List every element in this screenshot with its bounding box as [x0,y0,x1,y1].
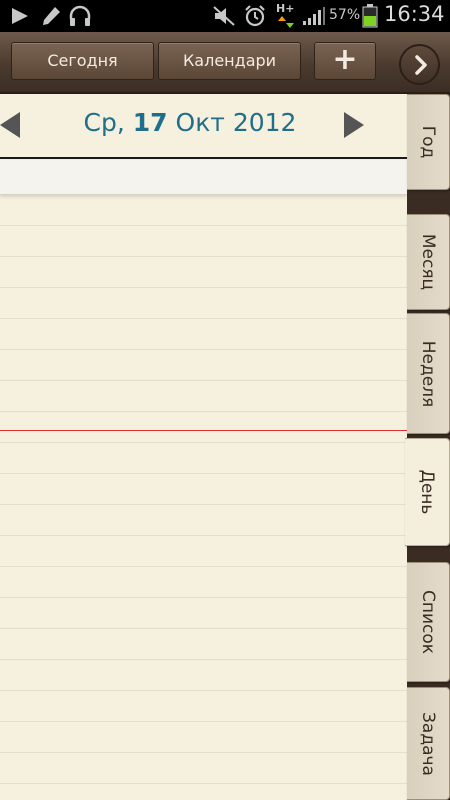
add-event-button[interactable]: + [314,42,376,80]
next-page-button[interactable] [399,44,440,85]
tab-year-label: Год [418,125,438,159]
tab-day[interactable]: День [405,438,450,546]
tab-day-label: День [417,469,437,515]
date-weekday: Ср, [83,108,125,137]
previous-day-arrow-icon[interactable] [0,110,22,140]
day-view: Ср, 17 Окт 2012 [0,94,407,800]
header-divider [0,157,407,159]
chevron-right-icon [415,55,427,75]
tab-list[interactable]: Список [407,562,450,682]
alarm-icon [245,5,265,27]
headset-icon [69,5,91,26]
network-label: H+ [276,2,295,15]
view-tabs: Год Месяц Неделя День Список Задача [405,94,450,800]
battery-percent: 57% [329,7,361,23]
tab-tasks[interactable]: Задача [407,687,450,800]
tab-week[interactable]: Неделя [407,313,450,434]
toolbar: Сегодня Календари + [0,32,450,94]
hour-grid[interactable] [0,195,407,800]
today-button[interactable]: Сегодня [11,42,154,80]
date-header: Ср, 17 Окт 2012 [0,94,407,156]
tab-list-label: Список [418,589,438,655]
tab-tasks-label: Задача [418,711,438,776]
network-h-plus-icon: H+ [276,2,298,30]
date-month-year: Окт 2012 [175,108,297,137]
clock: 16:34 [384,2,445,26]
battery-icon [362,4,378,28]
tab-month-label: Месяц [418,233,438,291]
signal-icon [303,7,325,25]
pen-icon [43,7,60,25]
tab-year[interactable]: Год [407,94,450,190]
date-day: 17 [132,108,168,137]
tab-week-label: Неделя [418,340,438,407]
play-icon [12,8,28,24]
mute-icon [213,6,235,26]
current-date: Ср, 17 Окт 2012 [40,108,340,137]
status-bar: H+ 57% 16:34 [0,0,450,32]
current-time-line [0,430,407,431]
tab-month[interactable]: Месяц [407,214,450,310]
next-day-arrow-icon[interactable] [344,110,366,140]
calendars-button[interactable]: Календари [158,42,301,80]
all-day-events-row[interactable] [0,160,407,195]
